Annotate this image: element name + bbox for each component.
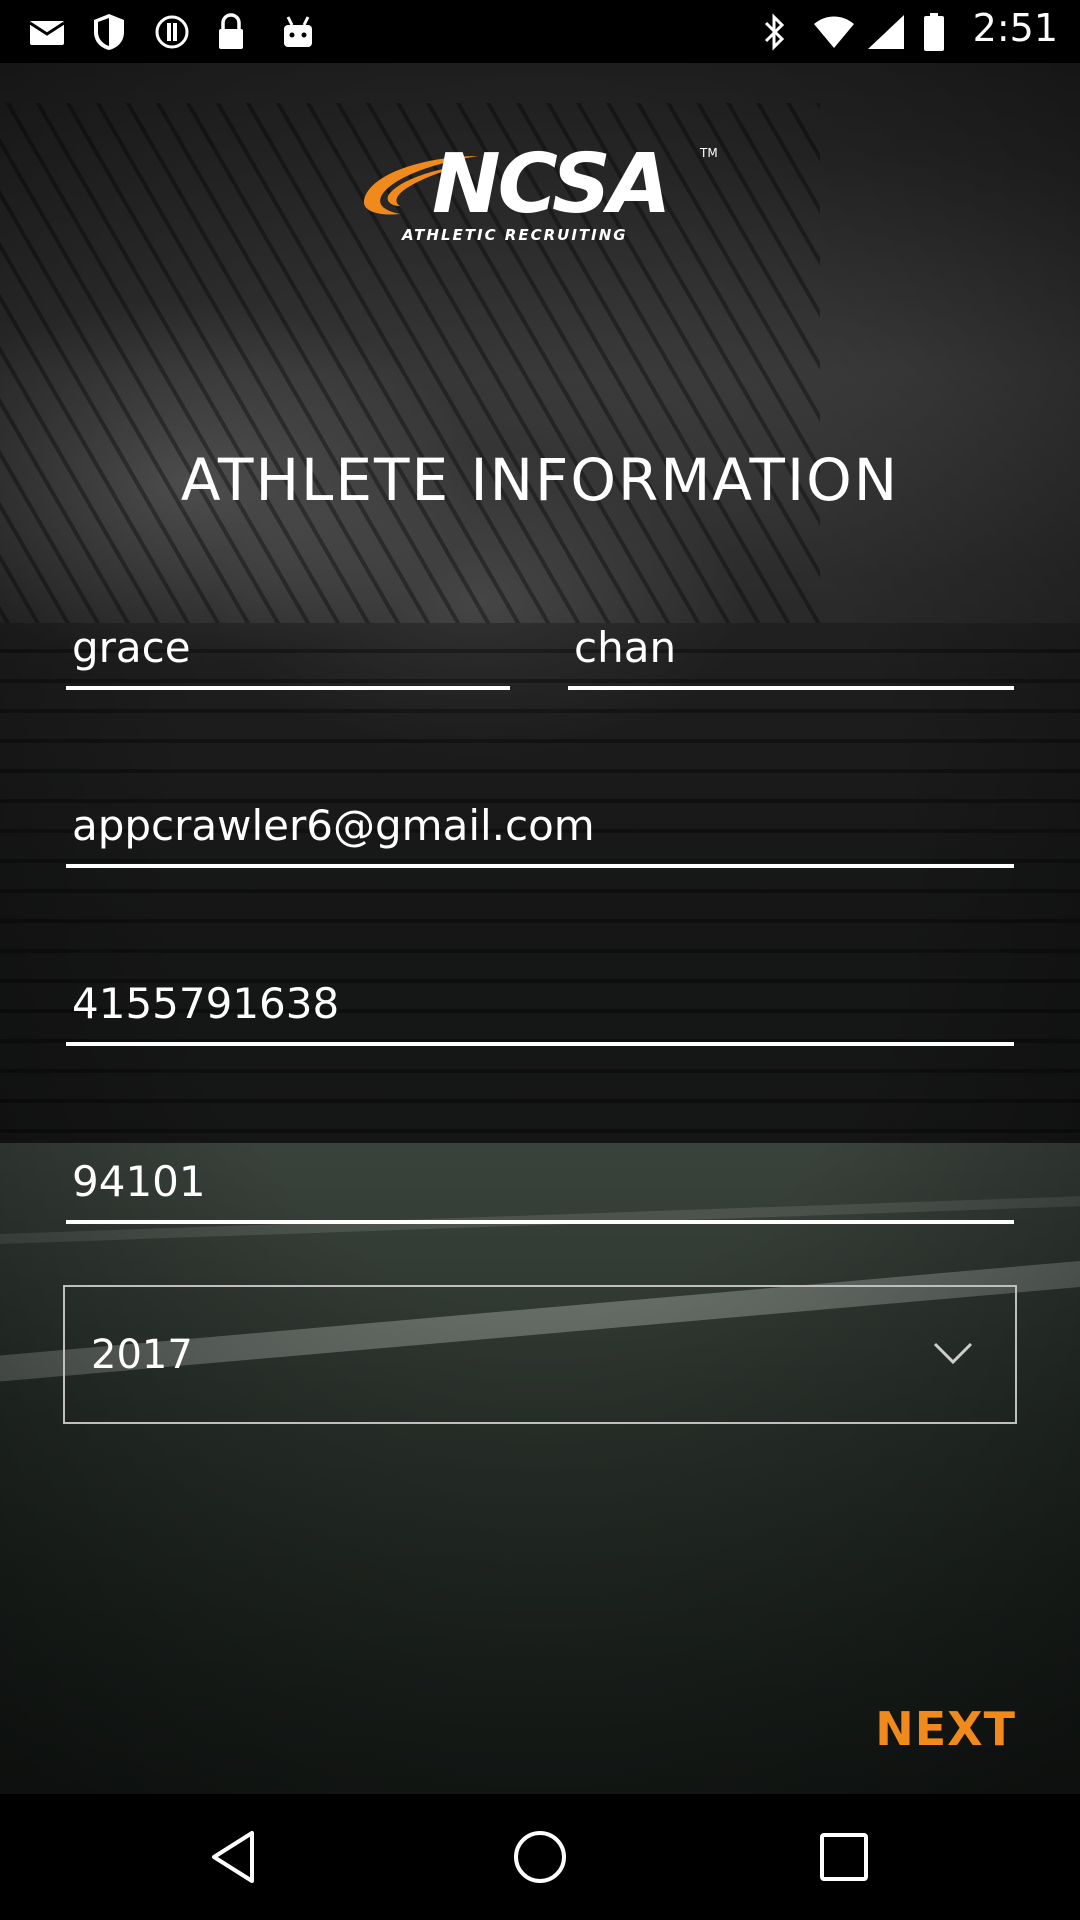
ncsa-logo: NCSA TM ATHLETIC RECRUITING [360,140,720,250]
shield-icon [92,12,126,52]
grad-year-value: 2017 [91,1331,193,1378]
status-bar: 2:51 [0,0,1080,63]
logo-name: NCSA [432,137,671,232]
signal-icon [866,12,906,52]
wifi-icon [812,12,856,52]
stadium-background [0,63,1080,1794]
battery-icon [922,12,946,52]
bluetooth-icon [762,12,788,52]
android-icon [280,12,316,52]
chevron-down-icon [933,1342,973,1365]
email-field[interactable]: appcrawler6@gmail.com [66,788,1014,868]
zip-field[interactable]: 94101 [66,1144,1014,1224]
first-name-field[interactable]: grace [66,610,510,690]
logo-trademark: TM [700,146,718,160]
next-button[interactable]: NEXT [875,1702,1016,1756]
grad-year-select[interactable]: 2017 [63,1285,1017,1424]
page-title: ATHLETE INFORMATION [180,446,900,514]
recents-icon[interactable] [814,1827,874,1887]
lock-icon [216,12,246,52]
status-time: 2:51 [972,6,1058,50]
phone-field[interactable]: 4155791638 [66,966,1014,1046]
mail-icon [28,12,66,52]
navigation-bar [0,1794,1080,1920]
last-name-field[interactable]: chan [568,610,1014,690]
logo-subtitle: ATHLETIC RECRUITING [402,226,628,244]
home-icon[interactable] [510,1827,570,1887]
alert-icon [154,12,190,52]
back-icon[interactable] [206,1827,266,1887]
